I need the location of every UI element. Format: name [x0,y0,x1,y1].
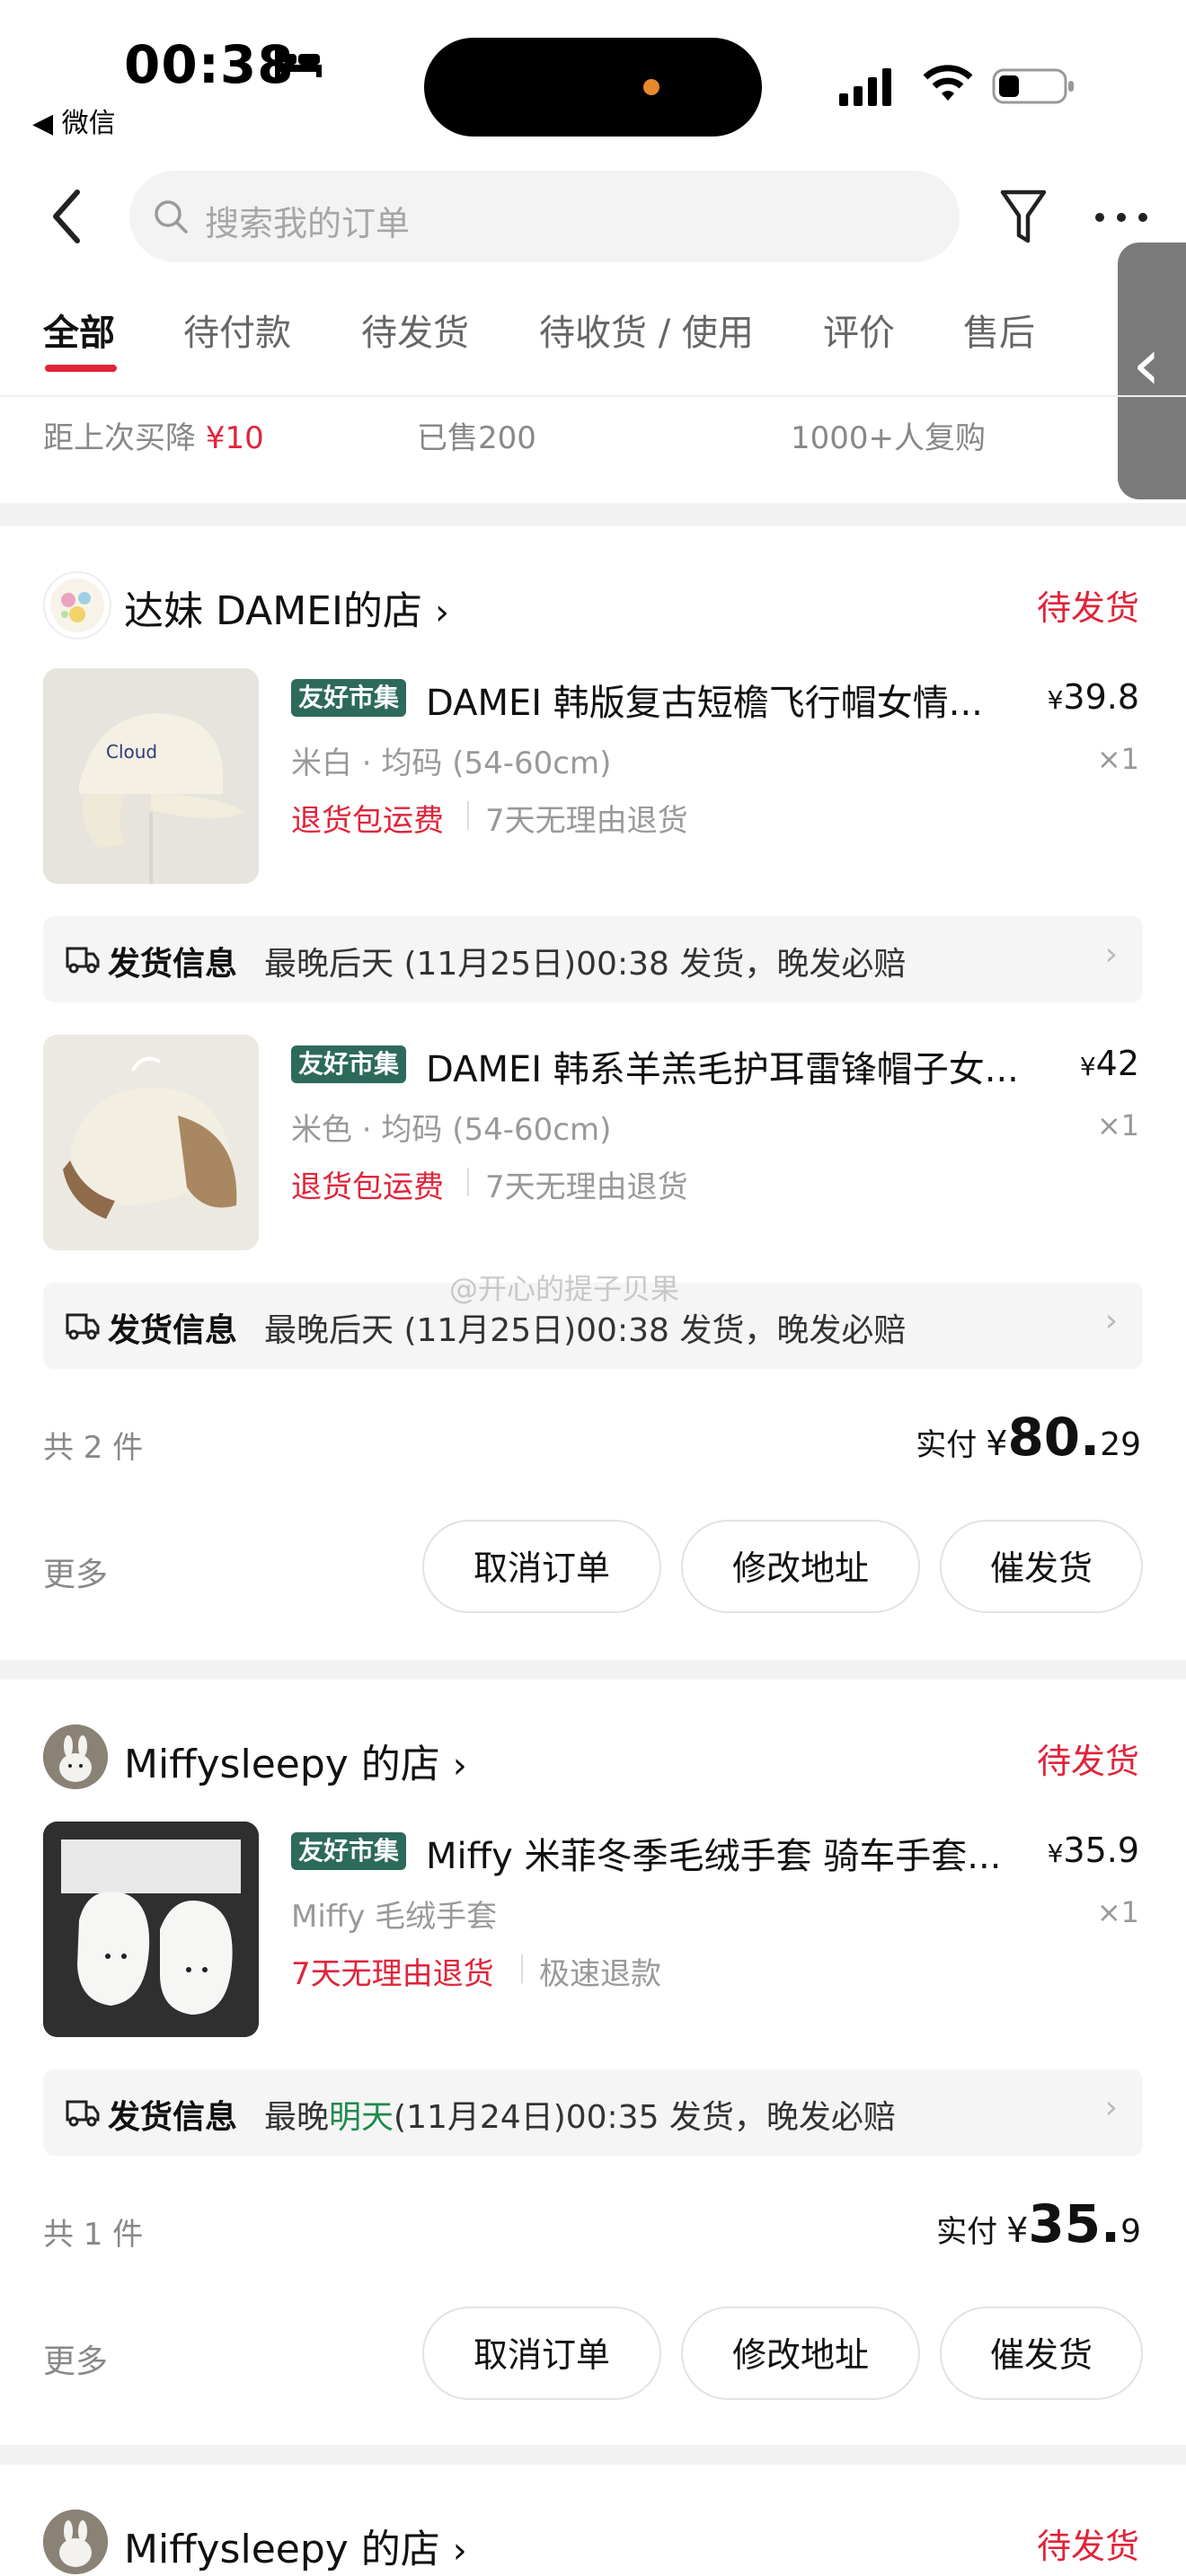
order-status: 待发货 [1036,588,1139,628]
truck-icon [66,2100,100,2127]
product-quantity: ×1 [1096,1108,1139,1142]
cancel-order-button[interactable]: 取消订单 [422,2307,661,2400]
product-image[interactable] [43,1822,259,2037]
product-title[interactable]: DAMEI 韩版复古短檐飞行帽女情... [426,674,1010,726]
clock: 00:38 [124,34,295,95]
chevron-right-icon: › [1104,936,1118,973]
item-count: 共 2 件 [43,1430,144,1466]
tab-all[interactable]: 全部 [43,304,115,356]
divider [0,395,1186,397]
price-drop-value: ¥10 [205,420,264,456]
product-title[interactable]: DAMEI 韩系羊羔毛护耳雷锋帽子女... [426,1040,1046,1092]
shop-avatar[interactable] [43,2510,108,2574]
truck-icon [66,1313,100,1340]
back-button[interactable] [43,185,92,248]
wifi-icon [923,65,973,101]
paid-amount: 实付 ¥35.9 [936,2193,1141,2254]
return-shipping-tag: 退货包运费 [291,1169,444,1205]
shop-name-link[interactable]: 达妹 DAMEI的店 › [124,578,449,636]
shipping-info-row[interactable]: 发货信息 最晚后天 (11月25日)00:38 发货，晚发必赔 › [43,916,1143,1002]
item-count: 共 1 件 [43,2217,144,2253]
product-quantity: ×1 [1096,1895,1139,1929]
shipping-deadline: 最晚后天 (11月25日)00:38 发货，晚发必赔 [264,1312,907,1349]
shop-avatar[interactable] [43,1725,108,1789]
tab-pending-receipt[interactable]: 待收货 / 使用 [539,304,754,356]
camera-indicator-dot [643,79,659,95]
shop-avatar[interactable] [43,571,111,640]
product-spec: 米色 · 均码 (54-60cm) [291,1112,612,1148]
return-policy-tag: 7天无理由退货 [485,1169,688,1205]
shop-name-link[interactable]: Miffysleepy 的店 › [124,2517,467,2574]
shipping-label: 发货信息 [108,1312,238,1349]
shipping-info-row[interactable]: 发货信息 最晚明天(11月24日)00:35 发货，晚发必赔 › [43,2069,1143,2156]
repurchase-stat: 1000+人复购 [791,420,987,456]
search-placeholder: 搜索我的订单 [205,204,411,243]
product-image[interactable] [43,1035,259,1250]
chevron-right-icon: › [1104,1302,1118,1339]
product-price: ¥35.9 [1047,1831,1139,1870]
price-drop-stat: 距上次买降 ¥10 [43,413,264,457]
paid-amount: 实付 ¥80.29 [916,1407,1141,1468]
shipping-label: 发货信息 [108,2099,238,2136]
divider [467,1168,469,1196]
divider [467,801,469,830]
divider [521,1954,523,1983]
chevron-right-icon: › [1104,2089,1118,2126]
search-icon [155,200,188,234]
shop-name: 达妹 DAMEI的店 [124,588,422,634]
side-drawer-handle[interactable]: ‹ [1118,243,1186,499]
product-price: ¥42 [1079,1044,1139,1083]
market-badge: 友好市集 [291,1045,407,1083]
chevron-right-icon: › [452,1745,467,1786]
chevron-right-icon: › [434,592,449,633]
price-drop-label: 距上次买降 [43,420,196,456]
watermark: @开心的提子贝果 [449,1272,680,1306]
tab-review[interactable]: 评价 [823,304,895,356]
product-price: ¥39.8 [1047,677,1139,717]
dynamic-island [424,38,762,137]
edit-address-button[interactable]: 修改地址 [681,1520,920,1613]
tab-after-sales[interactable]: 售后 [963,304,1035,356]
order-tabs: 全部 待付款 待发货 待收货 / 使用 评价 售后 [0,304,1114,390]
shipping-label: 发货信息 [108,946,238,983]
shop-name: Miffysleepy 的店 [124,1742,440,1787]
urge-shipment-button[interactable]: 催发货 [940,2307,1143,2400]
sleep-focus-icon [275,50,322,77]
cellular-signal-icon [839,68,891,106]
tab-pending-payment[interactable]: 待付款 [183,304,291,356]
market-badge: 友好市集 [291,1832,407,1870]
urge-shipment-button[interactable]: 催发货 [940,1520,1143,1613]
return-policy-tag: 7天无理由退货 [291,1956,494,1992]
product-quantity: ×1 [1096,742,1139,776]
return-policy-tag: 7天无理由退货 [485,803,688,839]
product-spec: 米白 · 均码 (54-60cm) [291,745,612,781]
battery-icon [992,68,1074,104]
sold-stat: 已售200 [417,420,536,456]
shop-name-link[interactable]: Miffysleepy 的店 › [124,1732,467,1789]
market-badge: 友好市集 [291,679,407,717]
chevron-right-icon: › [452,2530,467,2572]
fast-refund-tag: 极速退款 [539,1956,661,1992]
tab-pending-shipment[interactable]: 待发货 [361,304,469,356]
shipping-deadline: 最晚明天(11月24日)00:35 发货，晚发必赔 [264,2099,896,2136]
product-title[interactable]: Miffy 米菲冬季毛绒手套 骑车手套... [426,1827,1010,1879]
shipping-deadline: 最晚后天 (11月25日)00:38 发货，晚发必赔 [264,946,907,983]
product-image[interactable]: Cloud [43,668,259,884]
more-options-icon[interactable] [1093,208,1150,226]
truck-icon [66,947,100,974]
order-status: 待发货 [1036,2527,1139,2566]
cancel-order-button[interactable]: 取消订单 [422,1520,661,1613]
filter-icon[interactable] [999,187,1048,248]
edit-address-button[interactable]: 修改地址 [681,2307,920,2400]
shop-name: Miffysleepy 的店 [124,2527,440,2572]
more-actions-link[interactable]: 更多 [43,1548,108,1595]
return-shipping-tag: 退货包运费 [291,803,444,839]
svg-text:Cloud: Cloud [106,741,157,763]
more-actions-link[interactable]: 更多 [43,2335,108,2382]
back-to-wechat-link[interactable]: ◀ 微信 [32,101,116,140]
active-tab-indicator [45,365,117,372]
order-status: 待发货 [1036,1742,1139,1781]
product-spec: Miffy 毛绒手套 [291,1899,498,1935]
